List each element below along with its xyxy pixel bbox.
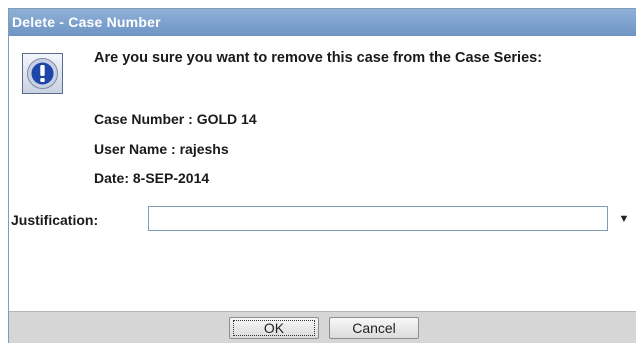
case-number-text: Case Number : GOLD 14: [94, 111, 257, 127]
justification-input[interactable]: [148, 206, 608, 231]
cancel-button[interactable]: Cancel: [329, 317, 419, 339]
date-text: Date: 8-SEP-2014: [94, 170, 210, 186]
dialog-footer: OK Cancel: [9, 311, 636, 343]
info-exclamation-icon: [22, 53, 63, 94]
user-name-text: User Name : rajeshs: [94, 141, 229, 157]
confirmation-message: Are you sure you want to remove this cas…: [94, 50, 543, 66]
dialog-content: Are you sure you want to remove this cas…: [9, 36, 636, 312]
justification-dropdown-button[interactable]: ▼: [613, 206, 635, 231]
delete-case-dialog: Delete - Case Number Are you sure you wa…: [8, 8, 636, 343]
cancel-button-label: Cancel: [352, 320, 396, 336]
chevron-down-icon: ▼: [618, 212, 630, 225]
justification-label: Justification:: [11, 212, 99, 228]
focus-ring: [233, 320, 315, 336]
dialog-title: Delete - Case Number: [9, 9, 636, 36]
ok-button[interactable]: OK: [229, 317, 319, 339]
